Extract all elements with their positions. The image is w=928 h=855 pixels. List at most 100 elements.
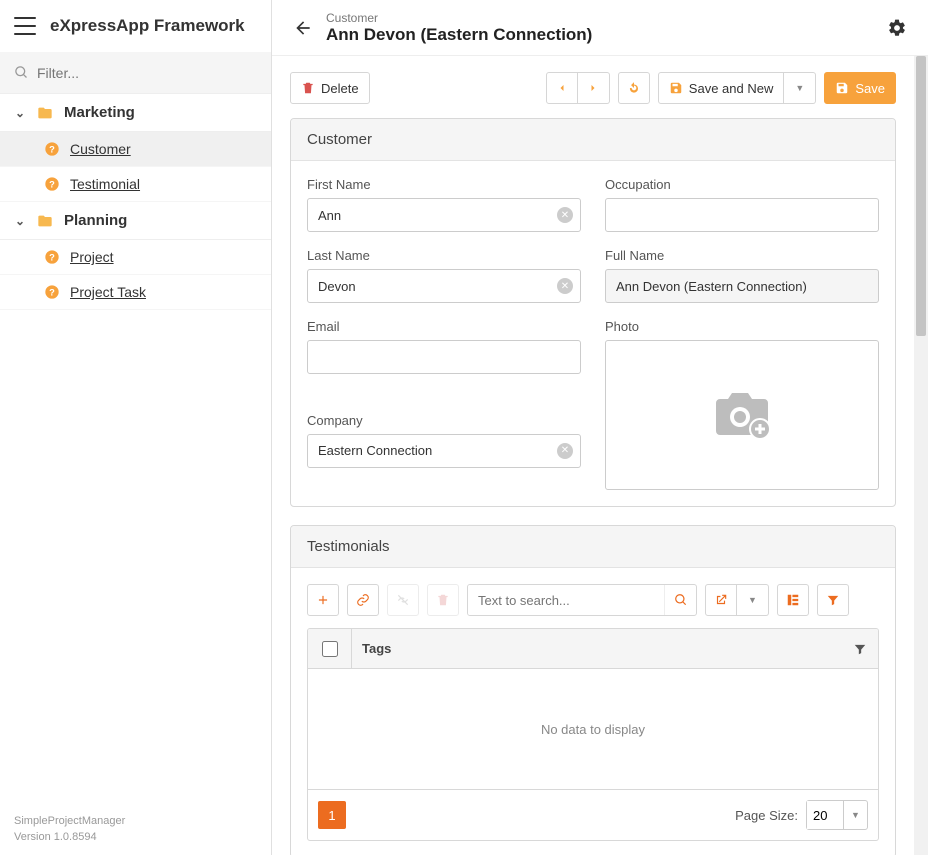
- main-toolbar: Delete: [290, 72, 896, 104]
- button-label: Save: [855, 81, 885, 96]
- search-icon: [674, 593, 688, 607]
- arrow-left-icon: [293, 18, 313, 38]
- navigation: ⌄ Marketing ? Customer ? Testimonial ⌄ P: [0, 94, 271, 804]
- sidebar: eXpressApp Framework ⌄ Marketing ? Custo…: [0, 0, 272, 855]
- caret-down-icon: ▼: [748, 595, 757, 605]
- nav-item-label: Project Task: [70, 284, 146, 300]
- question-icon: ?: [44, 249, 60, 265]
- full-name-field: Full Name: [605, 248, 879, 303]
- company-field: Company ✕: [307, 413, 581, 468]
- settings-button[interactable]: [884, 15, 910, 41]
- full-name-input: [605, 269, 879, 303]
- export-group: ▼: [705, 584, 769, 616]
- delete-row-button[interactable]: [427, 584, 459, 616]
- email-input[interactable]: [307, 340, 581, 374]
- question-icon: ?: [44, 284, 60, 300]
- funnel-icon: [853, 642, 867, 656]
- card-title: Testimonials: [291, 526, 895, 568]
- folder-icon: [36, 105, 54, 121]
- email-field: Email: [307, 319, 581, 374]
- page-size-control: Page Size: ▼: [735, 800, 868, 830]
- export-icon: [714, 593, 728, 607]
- page-size-label: Page Size:: [735, 808, 798, 823]
- sidebar-header: eXpressApp Framework: [0, 0, 271, 52]
- link-button[interactable]: [347, 584, 379, 616]
- occupation-field: Occupation: [605, 177, 879, 232]
- unlink-button[interactable]: [387, 584, 419, 616]
- scrollbar-thumb[interactable]: [916, 56, 926, 336]
- breadcrumb: Customer: [326, 11, 592, 25]
- refresh-button[interactable]: [618, 72, 650, 104]
- photo-upload[interactable]: [605, 340, 879, 490]
- nav-group-planning: ⌄ Planning ? Project ? Project Task: [0, 202, 271, 310]
- trash-icon: [301, 81, 315, 95]
- main: Customer Ann Devon (Eastern Connection) …: [272, 0, 928, 855]
- nav-item-project-task[interactable]: ? Project Task: [0, 275, 271, 310]
- company-input[interactable]: [307, 434, 581, 468]
- chevron-down-icon: ⌄: [14, 106, 26, 120]
- filter-builder-button[interactable]: [817, 584, 849, 616]
- brand-title: eXpressApp Framework: [50, 16, 245, 36]
- add-button[interactable]: [307, 584, 339, 616]
- question-icon: ?: [44, 141, 60, 157]
- column-filter-button[interactable]: [842, 642, 878, 656]
- field-label: Photo: [605, 319, 879, 334]
- save-and-new-button[interactable]: Save and New: [658, 72, 785, 104]
- column-chooser-button[interactable]: [777, 584, 809, 616]
- grid-empty: No data to display: [308, 669, 878, 789]
- column-tags[interactable]: Tags: [352, 641, 842, 656]
- prev-record-button[interactable]: [546, 72, 578, 104]
- nav-item-testimonial[interactable]: ? Testimonial: [0, 167, 271, 202]
- button-label: Delete: [321, 81, 359, 96]
- save-icon: [835, 81, 849, 95]
- scrollbar[interactable]: [914, 56, 928, 855]
- chevron-right-icon: [587, 82, 599, 94]
- clear-icon[interactable]: ✕: [557, 443, 573, 459]
- clear-icon[interactable]: ✕: [557, 207, 573, 223]
- field-label: Full Name: [605, 248, 879, 263]
- filter-input[interactable]: [37, 65, 257, 81]
- testimonials-toolbar: ▼: [307, 584, 879, 616]
- save-button[interactable]: Save: [824, 72, 896, 104]
- testimonials-card: Testimonials: [290, 525, 896, 855]
- nav-item-customer[interactable]: ? Customer: [0, 132, 271, 167]
- export-button[interactable]: [705, 584, 737, 616]
- gear-icon: [887, 18, 907, 38]
- nav-group-header[interactable]: ⌄ Planning: [0, 202, 271, 240]
- first-name-input[interactable]: [307, 198, 581, 232]
- grid-search-input[interactable]: [468, 585, 664, 615]
- page-size-value[interactable]: [807, 801, 843, 829]
- clear-icon[interactable]: ✕: [557, 278, 573, 294]
- grid-search-button[interactable]: [664, 585, 696, 615]
- field-label: Occupation: [605, 177, 879, 192]
- nav-group-header[interactable]: ⌄ Marketing: [0, 94, 271, 132]
- nav-item-project[interactable]: ? Project: [0, 240, 271, 275]
- camera-add-icon: [710, 387, 774, 443]
- grid-footer: 1 Page Size: ▼: [308, 789, 878, 840]
- back-button[interactable]: [290, 15, 316, 41]
- page-size-select[interactable]: ▼: [806, 800, 868, 830]
- sidebar-footer: SimpleProjectManager Version 1.0.8594: [0, 804, 271, 855]
- field-label: First Name: [307, 177, 581, 192]
- nav-filter[interactable]: [0, 52, 271, 94]
- caret-down-icon: ▼: [851, 810, 860, 820]
- page-size-dropdown[interactable]: ▼: [843, 801, 867, 829]
- save-and-new-dropdown[interactable]: ▼: [784, 72, 816, 104]
- export-dropdown[interactable]: ▼: [737, 584, 769, 616]
- select-all-cell[interactable]: [308, 629, 352, 668]
- header-text: Customer Ann Devon (Eastern Connection): [326, 11, 592, 45]
- button-label: Save and New: [689, 81, 774, 96]
- page-number[interactable]: 1: [318, 801, 346, 829]
- menu-toggle-icon[interactable]: [14, 17, 36, 35]
- delete-button[interactable]: Delete: [290, 72, 370, 104]
- next-record-button[interactable]: [578, 72, 610, 104]
- unlink-icon: [396, 593, 410, 607]
- grid-search[interactable]: [467, 584, 697, 616]
- last-name-input[interactable]: [307, 269, 581, 303]
- occupation-input[interactable]: [605, 198, 879, 232]
- select-all-checkbox[interactable]: [322, 641, 338, 657]
- footer-project: SimpleProjectManager: [14, 814, 257, 829]
- nav-group-label: Planning: [64, 212, 127, 229]
- chevron-left-icon: [556, 82, 568, 94]
- refresh-icon: [627, 81, 641, 95]
